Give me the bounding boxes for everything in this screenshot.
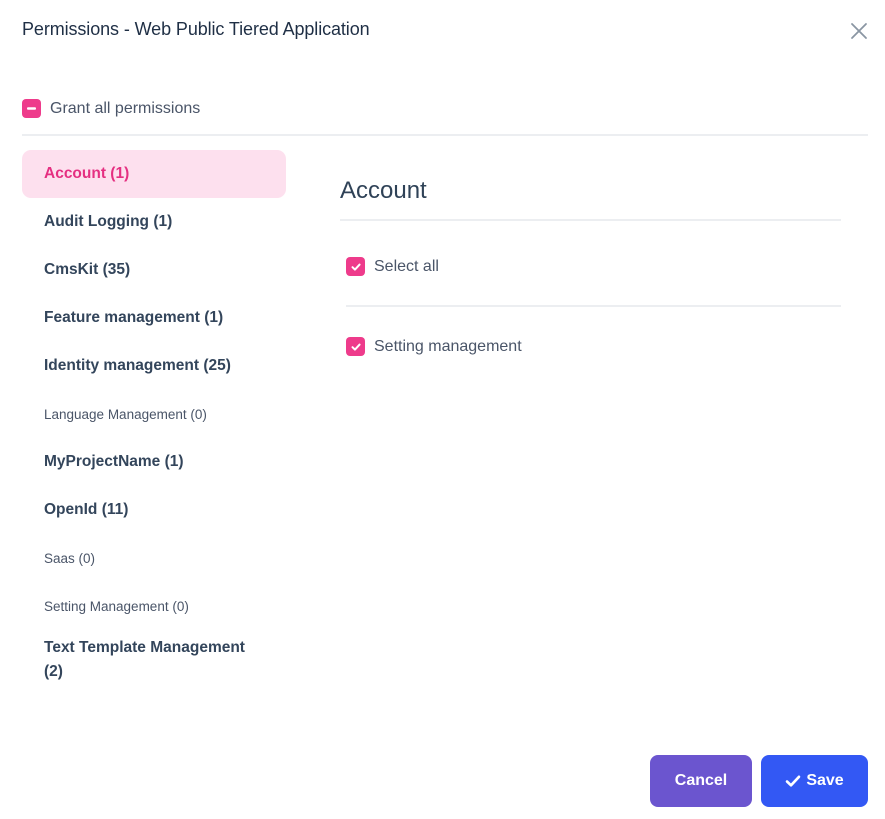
- dialog-title: Permissions - Web Public Tiered Applicat…: [22, 19, 370, 39]
- nav-item-identity-management[interactable]: Identity management (25): [22, 342, 286, 390]
- nav-item-openid[interactable]: OpenId (11): [22, 486, 286, 534]
- cancel-label: Cancel: [674, 772, 728, 789]
- cancel-button[interactable]: Cancel: [650, 755, 752, 807]
- divider: [346, 305, 841, 307]
- select-all-row[interactable]: Select all: [346, 257, 439, 276]
- save-label: Save: [806, 772, 844, 789]
- nav-item-text-template-management[interactable]: Text Template Management (2): [22, 630, 286, 690]
- permission-label: Setting management: [374, 337, 522, 355]
- nav-item-saas[interactable]: Saas (0): [22, 534, 286, 582]
- nav-item-myprojectname[interactable]: MyProjectName (1): [22, 438, 286, 486]
- save-button[interactable]: Save: [761, 755, 868, 807]
- check-icon: [351, 343, 361, 351]
- nav-item-feature-management[interactable]: Feature management (1): [22, 294, 286, 342]
- close-button[interactable]: [848, 20, 870, 42]
- permission-groups-nav: Account (1) Audit Logging (1) CmsKit (35…: [22, 150, 286, 690]
- select-all-label: Select all: [374, 257, 439, 275]
- nav-item-audit-logging[interactable]: Audit Logging (1): [22, 198, 286, 246]
- nav-item-setting-management[interactable]: Setting Management (0): [22, 582, 286, 630]
- permission-checkbox[interactable]: [346, 337, 365, 356]
- nav-item-language-management[interactable]: Language Management (0): [22, 390, 286, 438]
- permission-row[interactable]: Setting management: [346, 337, 522, 356]
- minus-icon: [27, 107, 36, 110]
- divider: [340, 219, 841, 221]
- grant-all-permissions[interactable]: Grant all permissions: [22, 99, 200, 118]
- check-icon: [786, 775, 801, 787]
- close-icon: [851, 23, 867, 39]
- grant-all-checkbox[interactable]: [22, 99, 41, 118]
- nav-item-cmskit[interactable]: CmsKit (35): [22, 246, 286, 294]
- nav-item-account[interactable]: Account (1): [22, 150, 286, 198]
- select-all-checkbox[interactable]: [346, 257, 365, 276]
- divider: [22, 134, 868, 136]
- check-icon: [351, 263, 361, 271]
- group-title: Account: [340, 177, 427, 204]
- grant-all-label: Grant all permissions: [50, 99, 201, 117]
